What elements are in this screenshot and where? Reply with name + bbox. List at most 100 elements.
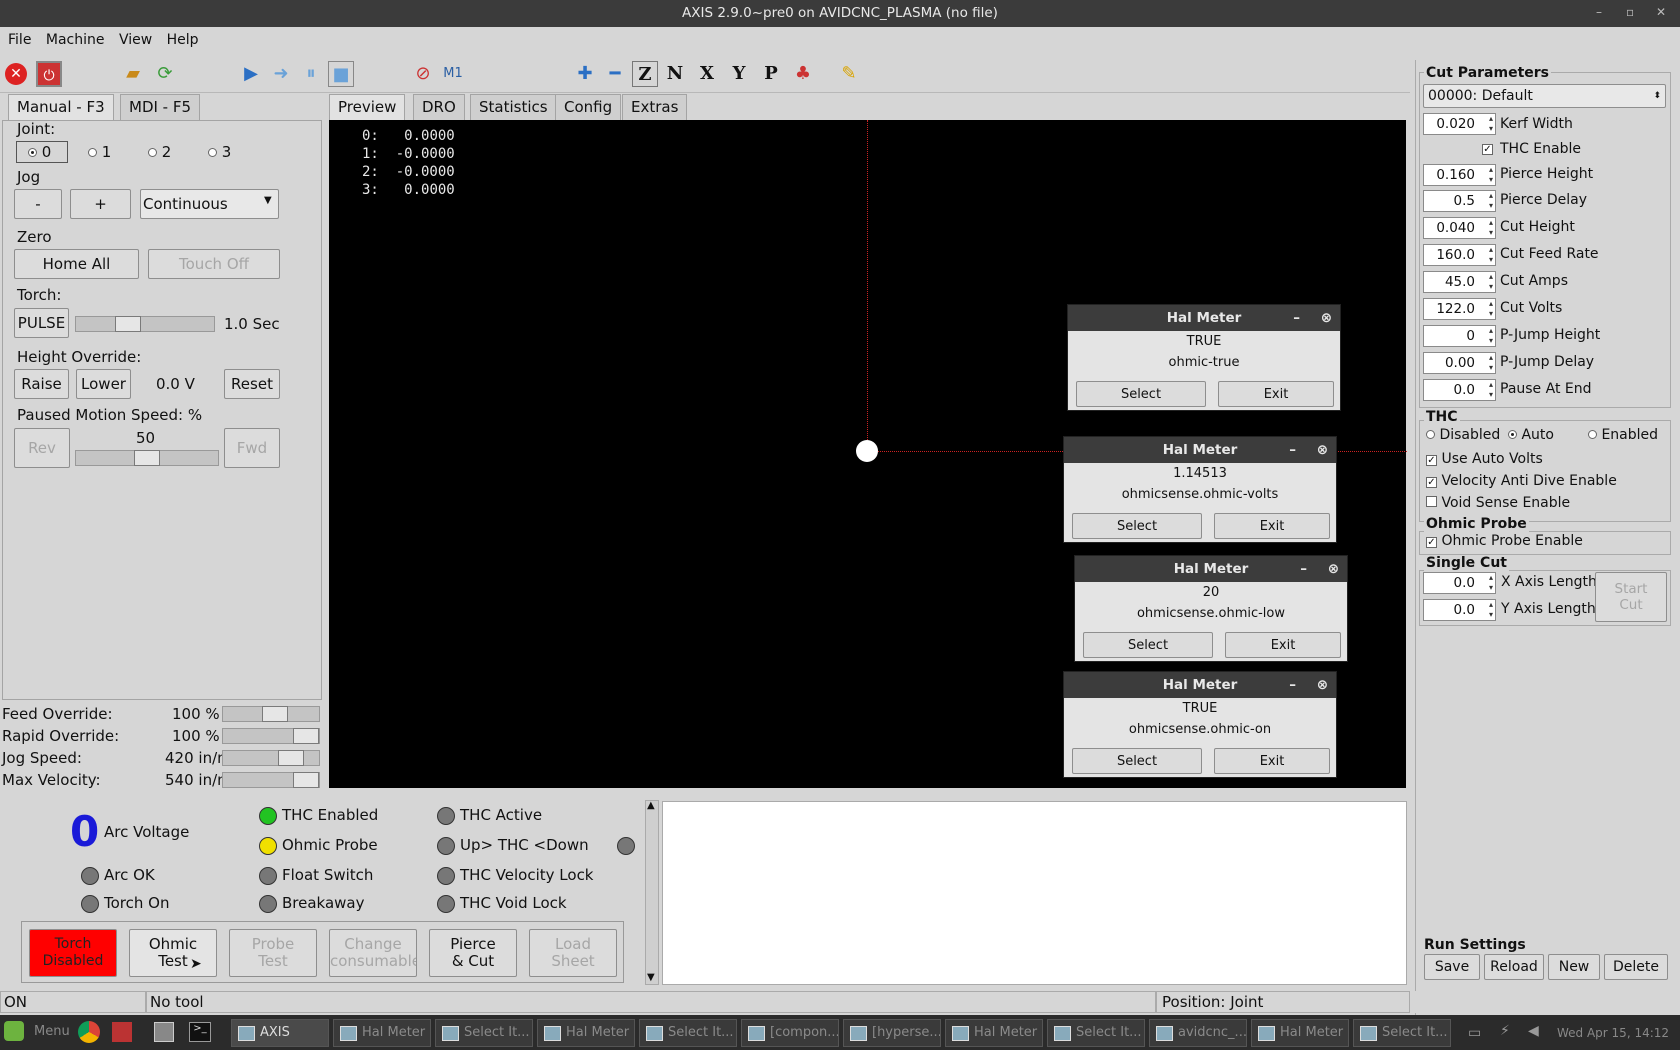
tab-config[interactable]: Config [555, 94, 622, 120]
hal-exit-button[interactable]: Exit [1214, 748, 1330, 774]
taskbar-item[interactable]: [hyperse... [843, 1019, 941, 1047]
taskbar-item[interactable]: Hal Meter [333, 1019, 431, 1047]
cut-height-spin[interactable]: 0.040 [1423, 217, 1496, 239]
cut-amps-spin[interactable]: 45.0 [1423, 271, 1496, 293]
joint-0-radio[interactable]: 0 [28, 143, 51, 161]
tab-preview[interactable]: Preview [329, 94, 406, 120]
maximize-icon[interactable]: ▫ [1626, 0, 1634, 25]
ohmic-probe-enable-checkbox[interactable]: ✓ Ohmic Probe Enable [1426, 533, 1583, 549]
pause-icon[interactable]: ⏸ [298, 61, 324, 87]
raise-button[interactable]: Raise [14, 369, 69, 399]
terminal-icon[interactable]: >_ [189, 1022, 211, 1042]
network-icon[interactable]: ⚡ [1500, 1023, 1510, 1039]
view-y-icon[interactable]: Y [726, 61, 752, 87]
tab-dro[interactable]: DRO [413, 94, 465, 120]
taskbar-menu[interactable]: Menu [34, 1024, 70, 1039]
clock[interactable]: Wed Apr 15, 14:12 [1557, 1026, 1669, 1040]
files-icon[interactable] [154, 1022, 174, 1042]
thc-enable-checkbox[interactable]: ✓ [1482, 144, 1493, 155]
velocity-anti-dive-checkbox[interactable]: ✓ Velocity Anti Dive Enable [1426, 473, 1617, 489]
y-axis-length-spin[interactable]: 0.0 [1423, 599, 1496, 621]
scroll-up-icon[interactable]: ▲ [647, 800, 655, 811]
view-z-icon[interactable]: Z [632, 61, 658, 87]
taskbar-item[interactable]: AXIS [231, 1019, 329, 1047]
taskbar-item[interactable]: Hal Meter [945, 1019, 1043, 1047]
taskbar-item[interactable]: Select It... [1047, 1019, 1145, 1047]
feed-override-thumb[interactable] [262, 706, 288, 722]
clear-plot-icon[interactable]: ✎ [836, 61, 862, 87]
display-icon[interactable]: ▭ [1468, 1025, 1481, 1041]
pierce-delay-spin[interactable]: 0.5 [1423, 190, 1496, 212]
view-p-icon[interactable]: P [758, 61, 784, 87]
hal-select-button[interactable]: Select [1072, 748, 1202, 774]
void-sense-checkbox[interactable]: Void Sense Enable [1426, 495, 1570, 511]
view-x-icon[interactable]: X [694, 61, 720, 87]
pulse-slider-thumb[interactable] [115, 316, 141, 332]
home-all-button[interactable]: Home All [14, 249, 139, 279]
hal-select-button[interactable]: Select [1083, 632, 1213, 658]
hal-select-button[interactable]: Select [1072, 513, 1202, 539]
joint-2-radio[interactable]: 2 [148, 143, 171, 161]
lower-button[interactable]: Lower [76, 369, 131, 399]
feed-override-slider[interactable] [222, 706, 320, 722]
stop-icon[interactable]: ■ [328, 61, 354, 87]
use-auto-volts-checkbox[interactable]: ✓ Use Auto Volts [1426, 451, 1543, 467]
hal-exit-button[interactable]: Exit [1218, 381, 1334, 407]
tab-extras[interactable]: Extras [622, 94, 688, 120]
new-button[interactable]: New [1548, 954, 1600, 980]
load-sheet-button[interactable]: Load Sheet [529, 929, 617, 977]
save-button[interactable]: Save [1424, 954, 1480, 980]
ohmic-test-button[interactable]: Ohmic Test [129, 929, 217, 977]
close-icon[interactable]: ⊗ [1328, 556, 1339, 582]
menu-file[interactable]: File [8, 27, 31, 54]
open-file-icon[interactable]: ▰ [120, 61, 146, 87]
chrome-icon[interactable] [78, 1021, 100, 1043]
tab-manual[interactable]: Manual - F3 [8, 94, 114, 120]
rev-button[interactable]: Rev [14, 428, 70, 468]
paused-speed-slider[interactable] [75, 450, 219, 466]
p-jump-delay-spin[interactable]: 0.00 [1423, 352, 1496, 374]
x-axis-length-spin[interactable]: 0.0 [1423, 572, 1496, 594]
close-icon[interactable]: ✕ [1656, 0, 1666, 25]
reload-button[interactable]: Reload [1484, 954, 1544, 980]
view-z2-icon[interactable]: N [662, 61, 688, 87]
taskbar-item[interactable]: Hal Meter [1251, 1019, 1349, 1047]
volume-icon[interactable]: ◀ [1528, 1023, 1539, 1039]
machine-power-icon[interactable]: ⏻ [36, 61, 62, 87]
start-cut-button[interactable]: Start Cut [1595, 572, 1667, 622]
jog-speed-slider[interactable] [222, 750, 320, 766]
rapid-override-thumb[interactable] [293, 728, 319, 744]
thc-auto-radio[interactable]: Auto [1508, 427, 1554, 443]
pulse-time-slider[interactable] [75, 316, 215, 332]
menu-machine[interactable]: Machine [46, 27, 105, 54]
zoom-in-icon[interactable]: ✚ [572, 61, 598, 87]
minimize-icon[interactable]: – [1289, 437, 1296, 463]
pause-at-end-spin[interactable]: 0.0 [1423, 379, 1496, 401]
torch-disabled-button[interactable]: Torch Disabled [29, 929, 117, 977]
jog-mode-select[interactable]: Continuous [140, 189, 279, 219]
close-icon[interactable]: ⊗ [1317, 437, 1328, 463]
minimize-icon[interactable]: – [1596, 0, 1602, 25]
kerf-width-spin[interactable]: 0.020 [1423, 113, 1496, 135]
joint-1-radio[interactable]: 1 [88, 143, 111, 161]
console-text-area[interactable] [662, 801, 1407, 985]
rotate-view-icon[interactable]: ♣ [790, 61, 816, 87]
height-reset-button[interactable]: Reset [224, 369, 280, 399]
zoom-out-icon[interactable]: ━ [602, 61, 628, 87]
close-icon[interactable]: ⊗ [1321, 305, 1332, 331]
app-launcher-icon[interactable] [112, 1022, 132, 1042]
reload-icon[interactable]: ⟳ [152, 61, 178, 87]
hal-exit-button[interactable]: Exit [1214, 513, 1330, 539]
change-consumable-button[interactable]: Change consumable [329, 929, 417, 977]
max-velocity-slider[interactable] [222, 772, 320, 788]
pierce-height-spin[interactable]: 0.160 [1423, 164, 1496, 186]
cut-volts-spin[interactable]: 122.0 [1423, 298, 1496, 320]
console-scrollbar[interactable] [645, 800, 659, 985]
optional-stop-icon[interactable]: M1 [440, 61, 466, 87]
menu-view[interactable]: View [119, 27, 152, 54]
taskbar-item[interactable]: avidcnc_... [1149, 1019, 1247, 1047]
tab-statistics[interactable]: Statistics [470, 94, 557, 120]
block-delete-icon[interactable]: ⊘ [410, 61, 436, 87]
max-velocity-thumb[interactable] [293, 772, 319, 788]
material-select[interactable]: 00000: Default ⬍ [1423, 84, 1666, 108]
